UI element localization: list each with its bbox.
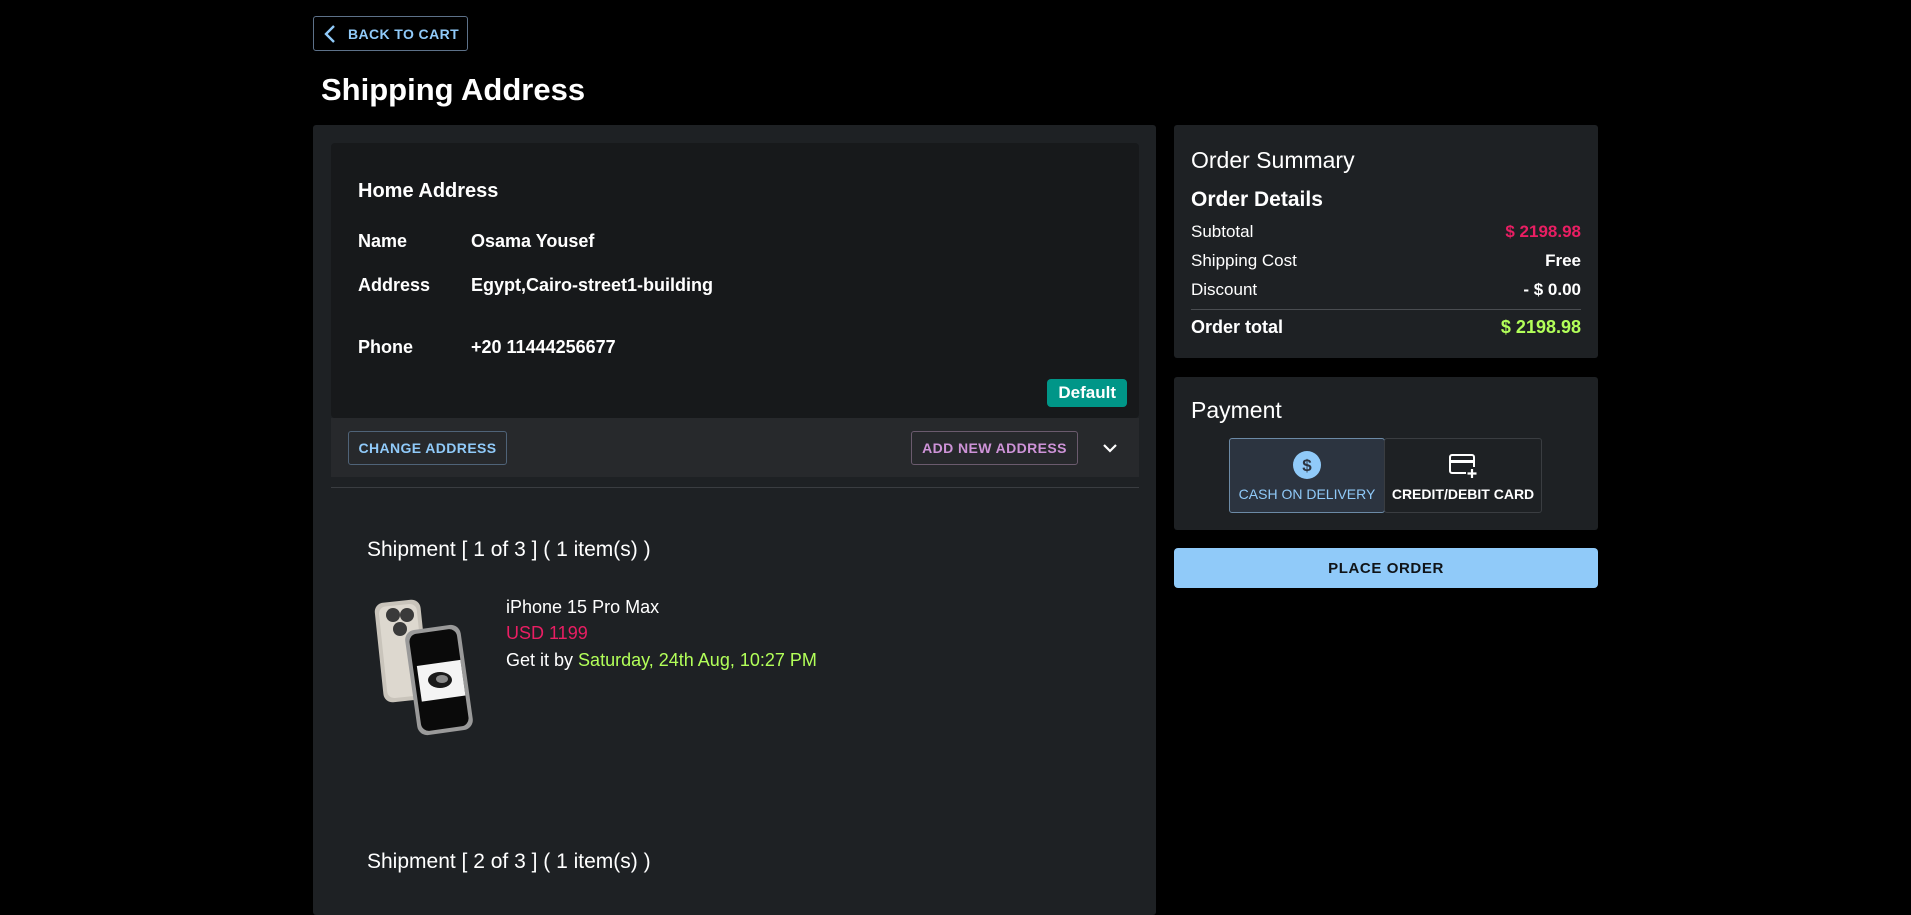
- change-address-button[interactable]: CHANGE ADDRESS: [348, 431, 507, 465]
- credit-debit-card-label: CREDIT/DEBIT CARD: [1391, 485, 1535, 502]
- discount-row: Discount - $ 0.00: [1191, 280, 1581, 302]
- order-summary-title: Order Summary: [1191, 147, 1355, 173]
- product-price: USD 1199: [506, 623, 588, 643]
- order-details-title: Order Details: [1191, 188, 1323, 211]
- address-value: Egypt,Cairo-street1-building: [471, 275, 714, 295]
- dollar-circle-icon: $: [1293, 450, 1321, 479]
- address-card: Home Address Name Osama Yousef Address E…: [331, 143, 1139, 418]
- order-total-row: Order total $ 2198.98: [1191, 317, 1581, 339]
- place-order-button[interactable]: PLACE ORDER: [1174, 548, 1598, 588]
- back-to-cart-label: BACK TO CART: [347, 25, 460, 42]
- default-badge: Default: [1047, 379, 1127, 407]
- credit-card-add-icon: [1449, 453, 1478, 479]
- shipping-panel: Home Address Name Osama Yousef Address E…: [313, 125, 1156, 915]
- delivery-date: Saturday, 24th Aug, 10:27 PM: [578, 650, 817, 670]
- product-name[interactable]: iPhone 15 Pro Max: [506, 597, 659, 618]
- discount-label: Discount: [1191, 280, 1258, 299]
- chevron-down-icon[interactable]: [1099, 437, 1121, 459]
- credit-debit-card-option[interactable]: CREDIT/DEBIT CARD: [1384, 438, 1542, 513]
- address-card-title: Home Address: [358, 180, 499, 202]
- order-total-value: $ 2198.98: [1500, 317, 1581, 337]
- phone-label: Phone: [358, 337, 414, 357]
- summary-divider: [1191, 309, 1581, 310]
- section-divider: [331, 487, 1139, 488]
- product-image: [374, 599, 473, 736]
- shipment-2-title: Shipment [ 2 of 3 ] ( 1 item(s) ): [367, 850, 651, 873]
- subtotal-value: $ 2198.98: [1505, 222, 1581, 241]
- page-title: Shipping Address: [321, 72, 586, 107]
- discount-value: - $ 0.00: [1523, 280, 1581, 299]
- delivery-estimate: Get it by Saturday, 24th Aug, 10:27 PM: [506, 650, 817, 671]
- shipping-cost-row: Shipping Cost Free: [1191, 251, 1581, 273]
- address-actions-bar: CHANGE ADDRESS ADD NEW ADDRESS: [331, 418, 1139, 477]
- phone-value: +20 11444256677: [471, 337, 616, 357]
- cash-on-delivery-label: CASH ON DELIVERY: [1238, 485, 1376, 502]
- payment-title: Payment: [1191, 397, 1282, 423]
- shipment-1-title: Shipment [ 1 of 3 ] ( 1 item(s) ): [367, 538, 651, 561]
- shipping-cost-value: Free: [1545, 251, 1581, 270]
- add-new-address-button[interactable]: ADD NEW ADDRESS: [911, 431, 1078, 465]
- subtotal-row: Subtotal $ 2198.98: [1191, 222, 1581, 244]
- order-total-label: Order total: [1191, 317, 1284, 337]
- subtotal-label: Subtotal: [1191, 222, 1254, 241]
- delivery-prefix: Get it by: [506, 650, 574, 670]
- shipping-cost-label: Shipping Cost: [1191, 251, 1297, 270]
- chevron-left-icon: [324, 24, 335, 43]
- name-value: Osama Yousef: [471, 231, 595, 251]
- address-label: Address: [358, 275, 431, 295]
- name-label: Name: [358, 231, 408, 251]
- svg-text:$: $: [1302, 456, 1312, 475]
- payment-panel: Payment $ CASH ON DELIVERY CREDIT/DEBIT …: [1174, 377, 1598, 530]
- back-to-cart-button[interactable]: BACK TO CART: [313, 16, 468, 51]
- cash-on-delivery-option[interactable]: $ CASH ON DELIVERY: [1229, 438, 1385, 513]
- order-summary-panel: Order Summary Order Details Subtotal $ 2…: [1174, 125, 1598, 358]
